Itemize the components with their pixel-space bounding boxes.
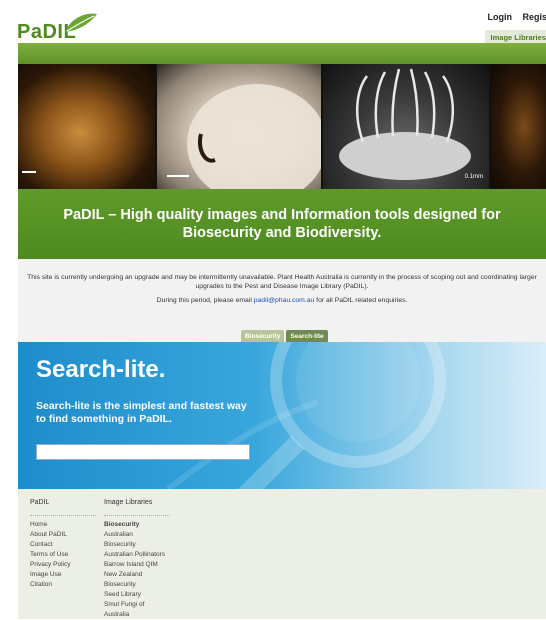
specimen-shape: [339, 68, 471, 180]
top-nav: Login Regist: [479, 12, 546, 22]
footer-link[interactable]: Image Use: [30, 570, 96, 580]
specimen-photo[interactable]: 0.1mm: [323, 64, 489, 189]
login-link[interactable]: Login: [487, 12, 512, 22]
footer-heading: Image Libraries: [104, 499, 153, 506]
footer-col-libraries: Image Libraries Biosecurity Australian B…: [104, 499, 170, 620]
footer-heading: PaDIL: [30, 499, 50, 506]
footer-link[interactable]: Contact: [30, 540, 96, 550]
footer-link[interactable]: Barrow Island QIM: [104, 560, 170, 570]
email-link[interactable]: padil@phau.com.au: [254, 297, 315, 304]
scale-label: 0.1mm: [464, 174, 483, 180]
footer-link[interactable]: About PaDIL: [30, 530, 96, 540]
footer-link[interactable]: Biosecurity: [104, 520, 170, 530]
notice-text: This site is currently undergoing an upg…: [27, 274, 537, 290]
register-link[interactable]: Regist: [522, 12, 546, 22]
padil-logo[interactable]: PaDIL: [17, 12, 107, 43]
footer-link[interactable]: Citation: [30, 580, 96, 590]
scale-bar: [167, 175, 189, 177]
footer-link[interactable]: Australian Pollinators: [104, 550, 170, 560]
search-input[interactable]: [36, 444, 250, 460]
footer-link[interactable]: Australian: [104, 530, 170, 540]
footer-link[interactable]: Terms of Use: [30, 550, 96, 560]
notice-suffix: for all PaDIL related enquiries.: [314, 297, 408, 304]
notice-email-line: During this period, please email padil@p…: [24, 297, 540, 304]
ant-photo[interactable]: [18, 64, 155, 189]
scale-bar: [22, 171, 36, 173]
hero-banner: PaDIL – High quality images and Informat…: [18, 189, 546, 259]
divider: [104, 515, 170, 516]
header-strip: [18, 43, 546, 64]
footer-link[interactable]: Privacy Policy: [30, 560, 96, 570]
larva-shape: [187, 84, 321, 189]
beetle-photo[interactable]: [491, 64, 546, 189]
leaf-icon: [65, 13, 97, 32]
notice-prefix: During this period, please email: [156, 297, 254, 304]
divider: [30, 515, 96, 516]
footer-link[interactable]: Smut Fungi of: [104, 600, 170, 610]
footer: PaDIL Home About PaDIL Contact Terms of …: [18, 489, 546, 619]
footer-link[interactable]: Home: [30, 520, 96, 530]
footer-link[interactable]: New Zealand: [104, 570, 170, 580]
search-description: Search-lite is the simplest and fastest …: [36, 400, 247, 425]
search-panel: Search-lite. Search-lite is the simplest…: [18, 342, 546, 489]
footer-link[interactable]: Biosecurity: [104, 580, 170, 590]
footer-link[interactable]: Seed Library: [104, 590, 170, 600]
larva-photo[interactable]: [157, 64, 321, 189]
footer-col-padil: PaDIL Home About PaDIL Contact Terms of …: [30, 499, 96, 590]
banner-title: PaDIL – High quality images and Informat…: [63, 207, 501, 241]
image-gallery: 0.1mm: [18, 64, 546, 189]
footer-link[interactable]: Biosecurity: [104, 540, 170, 550]
search-title: Search-lite.: [36, 356, 166, 383]
